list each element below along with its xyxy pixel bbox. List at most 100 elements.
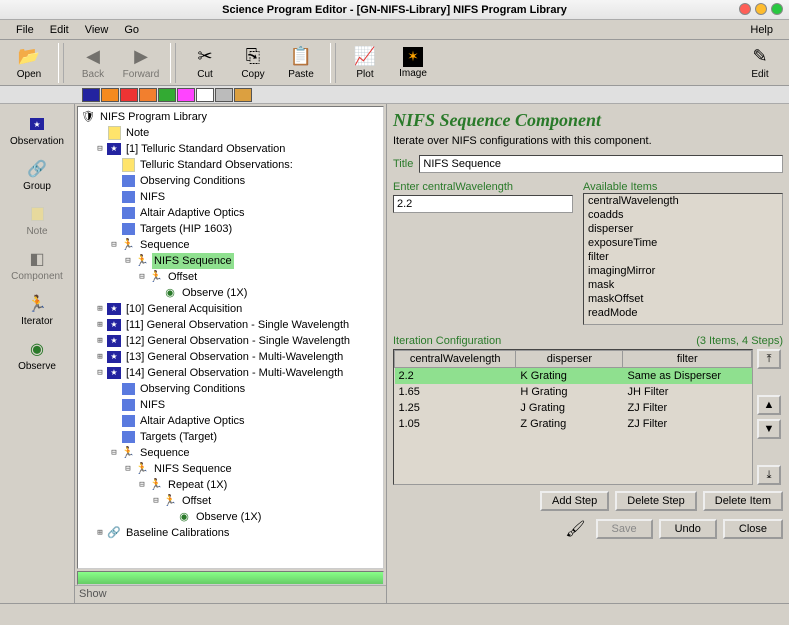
expander-icon[interactable]: ⊟ [136,477,148,493]
close-button[interactable]: Close [723,519,783,539]
tree-node[interactable]: NIFS [80,397,381,413]
expander-icon[interactable]: ⊞ [94,333,106,349]
tree-node[interactable]: ⊟🏃Offset [80,493,381,509]
tree-node[interactable]: Altair Adaptive Optics [80,413,381,429]
color-swatch[interactable] [196,88,214,102]
horizontal-scrollbar[interactable] [77,571,384,585]
expander-icon[interactable]: ⊟ [108,237,120,253]
tree-node[interactable]: ⊟★[14] General Observation - Multi-Wavel… [80,365,381,381]
list-item[interactable]: filter [584,250,782,264]
expander-icon[interactable]: ⊞ [94,525,106,541]
plot-button[interactable]: 📈Plot [342,42,388,84]
move-down-button[interactable]: ▼ [757,419,781,439]
list-item[interactable]: readMode [584,306,782,320]
save-button[interactable]: Save [596,519,653,539]
add-step-button[interactable]: Add Step [540,491,609,511]
copy-button[interactable]: ⎘Copy [230,42,276,84]
list-item[interactable]: disperser [584,222,782,236]
minimize-window-icon[interactable] [755,3,767,15]
expander-icon[interactable]: ⊞ [94,301,106,317]
tree-node[interactable]: Observing Conditions [80,381,381,397]
edit-button[interactable]: ✎Edit [737,42,783,84]
expander-icon[interactable]: ⊟ [136,269,148,285]
available-items-list[interactable]: centralWavelength coadds disperser expos… [583,193,783,325]
tree-node[interactable]: ⊟★[1] Telluric Standard Observation [80,141,381,157]
list-item[interactable]: centralWavelength [584,194,782,208]
tree-node-selected[interactable]: ⊟🏃NIFS Sequence [80,253,381,269]
sidebar-group[interactable]: 🔗Group [0,153,74,198]
menu-view[interactable]: View [77,22,117,38]
list-item[interactable]: mask [584,278,782,292]
menu-help[interactable]: Help [742,22,781,38]
sidebar-note[interactable]: Note [0,198,74,243]
expander-icon[interactable]: ⊞ [94,349,106,365]
menu-go[interactable]: Go [116,22,147,38]
expander-icon[interactable]: ⊟ [122,253,134,269]
sidebar-observe[interactable]: ◉Observe [0,333,74,378]
undo-button[interactable]: Undo [659,519,717,539]
color-swatch[interactable] [158,88,176,102]
expander-icon[interactable]: ⊟ [108,445,120,461]
paste-button[interactable]: 📋Paste [278,42,324,84]
move-up-button[interactable]: ▲ [757,395,781,415]
image-button[interactable]: ✶Image [390,42,436,84]
tree-node[interactable]: NIFS [80,189,381,205]
move-top-button[interactable]: ⤒ [757,349,781,369]
tree-node[interactable]: ⊞★[11] General Observation - Single Wave… [80,317,381,333]
col-header[interactable]: disperser [516,351,623,368]
tree-node[interactable]: ◉Observe (1X) [80,285,381,301]
list-item[interactable]: imagingMirror [584,264,782,278]
color-swatch[interactable] [101,88,119,102]
tree-node[interactable]: ⊞🔗Baseline Calibrations [80,525,381,541]
tree-scroll[interactable]: 🛡NIFS Program Library Note ⊟★[1] Telluri… [77,106,384,569]
color-swatch[interactable] [139,88,157,102]
tree-root[interactable]: 🛡NIFS Program Library [80,109,381,125]
sidebar-component[interactable]: ◧Component [0,243,74,288]
tree-node[interactable]: Altair Adaptive Optics [80,205,381,221]
back-button[interactable]: ◀Back [70,42,116,84]
forward-button[interactable]: ▶Forward [118,42,164,84]
tree-node[interactable]: Targets (HIP 1603) [80,221,381,237]
tree-node[interactable]: ⊟🏃Sequence [80,445,381,461]
table-row[interactable]: 2.2K GratingSame as Disperser [395,368,752,384]
list-item[interactable]: maskOffset [584,292,782,306]
color-swatch[interactable] [177,88,195,102]
delete-item-button[interactable]: Delete Item [703,491,783,511]
color-swatch[interactable] [234,88,252,102]
sidebar-iterator[interactable]: 🏃Iterator [0,288,74,333]
tree-node[interactable]: Telluric Standard Observations: [80,157,381,173]
tree-node[interactable]: ⊟🏃Offset [80,269,381,285]
iteration-table[interactable]: centralWavelength disperser filter 2.2K … [393,349,753,485]
tree-node[interactable]: Observing Conditions [80,173,381,189]
tree-node[interactable]: ⊟🏃NIFS Sequence [80,461,381,477]
expander-icon[interactable]: ⊟ [94,365,106,381]
tree-node[interactable]: ⊞★[13] General Observation - Multi-Wavel… [80,349,381,365]
zoom-window-icon[interactable] [771,3,783,15]
cut-button[interactable]: ✂Cut [182,42,228,84]
expander-icon[interactable]: ⊟ [122,461,134,477]
delete-step-button[interactable]: Delete Step [615,491,696,511]
title-input[interactable] [419,155,783,173]
color-swatch[interactable] [82,88,100,102]
close-window-icon[interactable] [739,3,751,15]
tree-node[interactable]: ⊞★[10] General Acquisition [80,301,381,317]
expander-icon[interactable]: ⊟ [150,493,162,509]
move-bottom-button[interactable]: ⤓ [757,465,781,485]
table-row[interactable]: 1.05Z GratingZJ Filter [395,416,752,432]
expander-icon[interactable]: ⊟ [94,141,106,157]
menu-file[interactable]: File [8,22,42,38]
table-row[interactable]: 1.25J GratingZJ Filter [395,400,752,416]
col-header[interactable]: centralWavelength [395,351,516,368]
list-item[interactable]: coadds [584,208,782,222]
color-swatch[interactable] [215,88,233,102]
central-wavelength-input[interactable] [393,195,573,213]
expander-icon[interactable]: ⊞ [94,317,106,333]
open-button[interactable]: 📂Open [6,42,52,84]
tree-node[interactable]: Note [80,125,381,141]
tree-node[interactable]: ⊞★[12] General Observation - Single Wave… [80,333,381,349]
tree-node[interactable]: ⊟🏃Repeat (1X) [80,477,381,493]
color-swatch[interactable] [120,88,138,102]
sidebar-observation[interactable]: ★Observation [0,108,74,153]
table-row[interactable]: 1.65H GratingJH Filter [395,384,752,400]
menu-edit[interactable]: Edit [42,22,77,38]
